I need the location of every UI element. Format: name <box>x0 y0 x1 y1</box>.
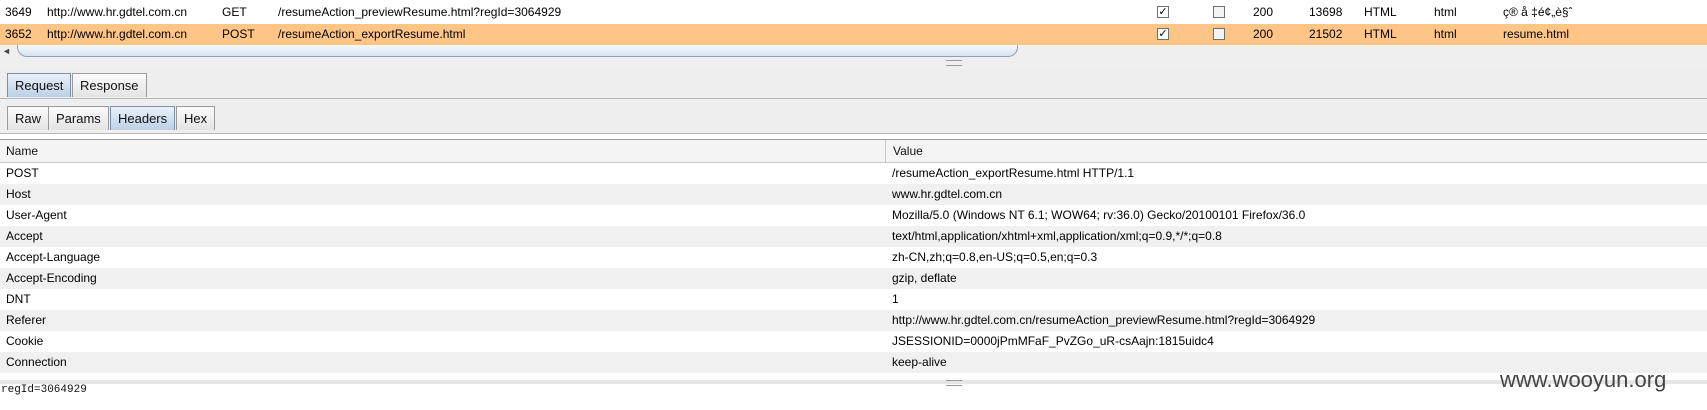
column-header-value[interactable]: Value <box>887 140 1707 162</box>
history-checkbox-2[interactable] <box>1213 6 1225 18</box>
table-row[interactable]: POST/resumeAction_exportResume.html HTTP… <box>0 163 1707 184</box>
header-value-cell: www.hr.gdtel.com.cn <box>892 187 1003 201</box>
history-row[interactable]: 3649 http://www.hr.gdtel.com.cn GET /res… <box>0 2 1707 23</box>
column-header-name[interactable]: Name <box>0 140 886 162</box>
history-status: 200 <box>1253 27 1274 41</box>
header-value-cell: /resumeAction_exportResume.html HTTP/1.1 <box>892 166 1135 180</box>
table-row[interactable]: Accept-Encoding gzip, deflate <box>0 268 1707 289</box>
history-status: 200 <box>1253 5 1274 19</box>
history-id: 3652 <box>5 27 32 41</box>
status-text: regId=3064929 <box>1 384 87 396</box>
table-row[interactable]: Accept-Language zh-CN,zh;q=0.8,en-US;q=0.… <box>0 247 1707 268</box>
history-id: 3649 <box>5 5 32 19</box>
header-value-cell: 1 <box>892 292 899 306</box>
table-row[interactable]: User-Agent Mozilla/5.0 (Windows NT 6.1; W… <box>0 205 1707 226</box>
horizontal-scrollbar[interactable]: ◄ <box>0 45 1707 58</box>
tab-request[interactable]: Request <box>7 73 72 97</box>
header-name-cell: User-Agent <box>6 208 67 222</box>
table-row[interactable]: Referer http://www.hr.gdtel.com.cn/resume… <box>0 310 1707 331</box>
history-method: GET <box>222 5 247 19</box>
header-name-cell: Referer <box>6 313 47 327</box>
history-row-selected[interactable]: 3652 http://www.hr.gdtel.com.cn POST /re… <box>0 24 1707 45</box>
history-host: http://www.hr.gdtel.com.cn <box>47 27 188 41</box>
table-row[interactable]: DNT 1 <box>0 289 1707 310</box>
header-name-cell: POST <box>6 166 39 180</box>
history-url: /resumeAction_previewResume.html?regId=3… <box>278 5 562 19</box>
history-host: http://www.hr.gdtel.com.cn <box>47 5 188 19</box>
tab-hex[interactable]: Hex <box>176 106 216 130</box>
table-row[interactable]: Connection keep-alive <box>0 352 1707 373</box>
history-ext: html <box>1434 27 1457 41</box>
header-name-cell: Cookie <box>6 334 44 348</box>
scroll-left-icon[interactable]: ◄ <box>2 45 11 58</box>
table-row[interactable]: Accept text/html,application/xhtml+xml,ap… <box>0 226 1707 247</box>
scrollbar-thumb[interactable] <box>17 45 1018 57</box>
history-length: 21502 <box>1309 27 1343 41</box>
header-value-cell: gzip, deflate <box>892 271 957 285</box>
tab-params[interactable]: Params <box>48 106 109 130</box>
history-checkbox-1[interactable]: ✓ <box>1157 6 1169 18</box>
history-url: /resumeAction_exportResume.html <box>278 27 466 41</box>
table-header: Name Value <box>0 140 1707 163</box>
watermark: www.wooyun.org <box>1500 367 1667 392</box>
check-icon: ✓ <box>1158 28 1168 40</box>
splitter-grip[interactable] <box>946 60 962 66</box>
header-value-cell: http://www.hr.gdtel.com.cn/resumeAction_… <box>892 313 1316 327</box>
header-value-cell: Mozilla/5.0 (Windows NT 6.1; WOW64; rv:3… <box>892 208 1306 222</box>
history-length: 13698 <box>1309 5 1343 19</box>
view-tabs: Raw Params Headers Hex <box>0 99 1707 134</box>
history-mime: HTML <box>1364 27 1397 41</box>
header-name-cell: Connection <box>6 355 67 369</box>
splitter-grip[interactable] <box>946 380 962 386</box>
table-row[interactable]: Host www.hr.gdtel.com.cn <box>0 184 1707 205</box>
history-title: resume.html <box>1503 27 1570 41</box>
header-name-cell: DNT <box>6 292 31 306</box>
header-value-cell: zh-CN,zh;q=0.8,en-US;q=0.5,en;q=0.3 <box>892 250 1098 264</box>
history-checkbox-2[interactable] <box>1213 28 1225 40</box>
header-name-cell: Accept-Encoding <box>6 271 97 285</box>
header-value-cell: keep-alive <box>892 355 947 369</box>
table-row[interactable]: Cookie JSESSIONID=0000jPmMFaF_PvZGo_uR-cs… <box>0 331 1707 352</box>
header-name-cell: Accept-Language <box>6 250 101 264</box>
tab-headers[interactable]: Headers <box>110 106 176 130</box>
message-tabs: Request Response <box>0 68 1707 99</box>
history-title: ç® å ‡é¢„è§ˆ <box>1503 5 1573 19</box>
header-value-cell: text/html,application/xhtml+xml,applicat… <box>892 229 1222 243</box>
header-name-cell: Host <box>6 187 31 201</box>
history-method: POST <box>222 27 255 41</box>
check-icon: ✓ <box>1158 6 1168 18</box>
bottom-splitter[interactable] <box>0 380 1707 386</box>
history-ext: html <box>1434 5 1457 19</box>
tab-response[interactable]: Response <box>72 73 147 97</box>
headers-table: Name Value POST/resumeAction_exportResum… <box>0 139 1707 380</box>
header-value-cell: JSESSIONID=0000jPmMFaF_PvZGo_uR-csAajn:1… <box>892 334 1214 348</box>
tab-raw[interactable]: Raw <box>7 106 50 130</box>
history-mime: HTML <box>1364 5 1397 19</box>
history-checkbox-1[interactable]: ✓ <box>1157 28 1169 40</box>
header-name-cell: Accept <box>6 229 43 243</box>
